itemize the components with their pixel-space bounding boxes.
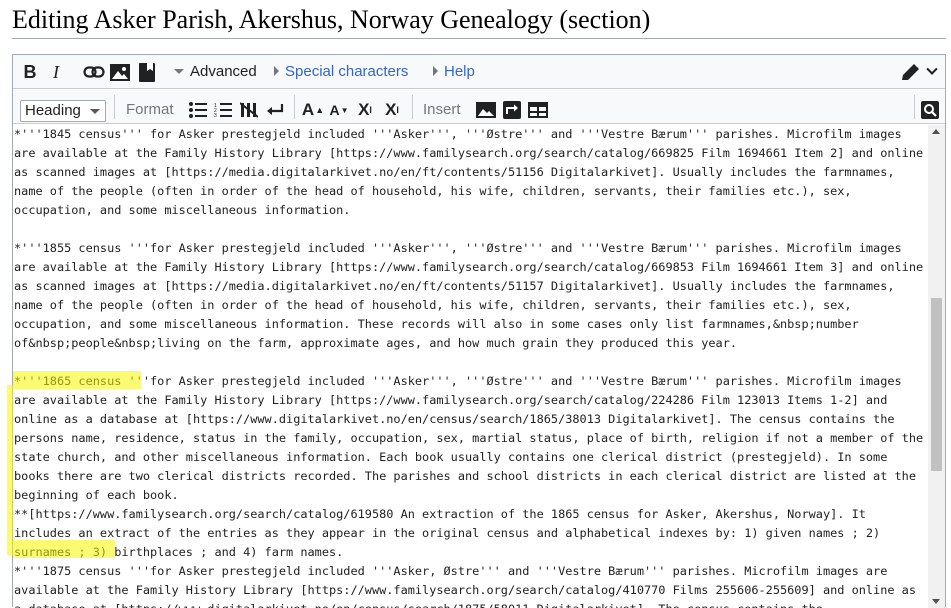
subscript-button[interactable]: XI <box>380 99 404 121</box>
text-line: beginning of each book. <box>14 488 179 502</box>
chevron-down-icon <box>90 109 100 114</box>
text-line: of&nbsp;people&nbsp;living on the farm, … <box>14 336 738 350</box>
format-group-label: Format <box>126 101 174 118</box>
toolbar-separator <box>914 95 915 119</box>
text-line: *'''1845 census''' for Asker prestegjeld… <box>14 127 902 141</box>
text-line: *'''1865 census '''for Asker prestegjeld… <box>14 374 902 388</box>
text-line: **[https://www.familysearch.org/search/c… <box>14 507 866 521</box>
heading-select[interactable]: Heading <box>20 100 106 122</box>
text-line: are available at the Family History Libr… <box>14 146 924 160</box>
main-toolbar: B I Advanced Special characters Help <box>13 55 945 89</box>
text-line: state church, and other miscellaneous in… <box>14 450 888 464</box>
small-text-button[interactable]: A ▼ <box>328 99 350 121</box>
svg-text:3: 3 <box>214 113 217 118</box>
pencil-icon <box>902 64 919 80</box>
title-divider <box>12 38 946 39</box>
text-line: name of the people (often in order of th… <box>14 298 852 312</box>
text-line: as scanned images at [https://media.digi… <box>14 165 895 179</box>
textarea-scrollbar[interactable] <box>928 125 945 608</box>
special-characters-toggle[interactable]: Special characters <box>274 62 408 82</box>
text-line: surnames ; 3) birthplaces ; and 4) farm … <box>14 545 344 559</box>
text-line: *'''1875 census '''for Asker prestegjeld… <box>14 564 888 578</box>
text-line: includes an extract of the entries as th… <box>14 526 881 540</box>
heading-select-value: Heading <box>25 102 81 119</box>
chevron-down-icon <box>174 69 184 74</box>
text-line: books there are two clerical districts r… <box>14 469 917 483</box>
text-line: are available at the Family History Libr… <box>14 260 924 274</box>
text-line: online as a database at [https://www.dig… <box>14 412 895 426</box>
subscript-label: X <box>385 100 397 119</box>
wikitext-editor: B I Advanced Special characters Help Hea… <box>7 54 946 608</box>
toolbar-separator <box>294 95 295 119</box>
toolbar-separator <box>114 95 115 119</box>
scroll-down-arrow-icon[interactable] <box>932 599 940 604</box>
insert-group-label: Insert <box>423 101 461 118</box>
highlight-mark <box>7 385 13 555</box>
help-toggle[interactable]: Help <box>433 62 475 82</box>
big-text-button[interactable]: A ▲ <box>302 99 324 121</box>
scrollbar-thumb[interactable] <box>931 298 942 471</box>
gallery-icon[interactable] <box>475 99 497 121</box>
superscript-label: X <box>358 100 370 119</box>
advanced-toggle[interactable]: Advanced <box>174 62 257 82</box>
bulleted-list-icon[interactable] <box>187 99 209 121</box>
text-line: *'''1855 census '''for Asker prestegjeld… <box>14 241 902 255</box>
text-line <box>14 353 927 372</box>
image-icon[interactable] <box>109 62 131 82</box>
text-line: name of the people (often in order of th… <box>14 184 852 198</box>
reference-icon[interactable] <box>136 61 158 83</box>
big-text-label: A <box>301 100 315 119</box>
page-title: Editing Asker Parish, Akershus, Norway G… <box>12 5 651 34</box>
editor-switch-button[interactable] <box>895 60 941 84</box>
text-line: as scanned images at [https://media.digi… <box>14 279 895 293</box>
numbered-list-icon[interactable]: 123 <box>212 99 234 121</box>
superscript-button[interactable]: XI <box>353 99 377 121</box>
link-icon[interactable] <box>83 62 105 82</box>
chevron-down-icon <box>926 63 938 75</box>
text-line: available at the Family History Library … <box>14 583 917 597</box>
chevron-right-icon <box>433 66 438 76</box>
wikitext-textarea[interactable]: *'''1845 census''' for Asker prestegjeld… <box>14 125 927 608</box>
nowiki-icon[interactable] <box>238 99 260 121</box>
bold-button[interactable]: B <box>19 61 41 83</box>
advanced-label: Advanced <box>190 63 257 80</box>
small-text-label: A <box>329 102 340 118</box>
help-label: Help <box>444 63 475 80</box>
italic-button[interactable]: I <box>45 61 67 83</box>
newline-icon[interactable] <box>264 99 286 121</box>
text-line: occupation, and some miscellaneous infor… <box>14 317 859 331</box>
redirect-icon[interactable] <box>501 99 523 121</box>
text-line: are available at the Family History Libr… <box>14 393 888 407</box>
search-replace-icon[interactable] <box>919 99 941 121</box>
chevron-right-icon <box>274 66 279 76</box>
text-line <box>14 220 927 239</box>
text-line: persons name, residence, status in the f… <box>14 431 924 445</box>
toolbar-separator <box>412 95 413 119</box>
table-icon[interactable] <box>526 99 550 121</box>
special-characters-label: Special characters <box>285 63 409 80</box>
scroll-up-arrow-icon[interactable] <box>932 129 940 134</box>
text-line: occupation, and some miscellaneous infor… <box>14 203 351 217</box>
